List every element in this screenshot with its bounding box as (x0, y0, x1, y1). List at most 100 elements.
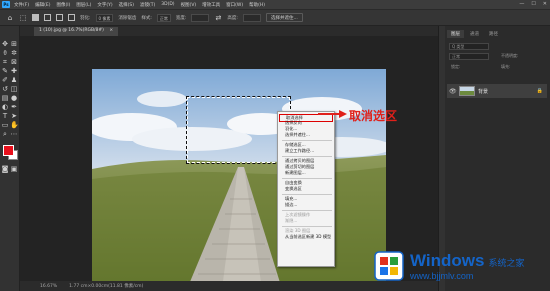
windows-logo-icon (374, 250, 404, 281)
context-menu-separator (282, 177, 332, 179)
antialias-checkbox[interactable]: 消除锯齿 (118, 15, 136, 21)
type-tool-icon[interactable]: T (1, 112, 9, 120)
menu-filter[interactable]: 滤镜(T) (140, 2, 155, 8)
tab-layers[interactable]: 图层 (447, 30, 464, 38)
tab-paths[interactable]: 路径 (485, 30, 502, 38)
watermark-url: www.bjjmlv.com (410, 270, 474, 281)
width-label: 宽度: (175, 15, 187, 21)
feather-label: 羽化: (80, 15, 91, 21)
close-window-button[interactable]: ✕ (543, 1, 547, 7)
zoom-level[interactable]: 16.67% (40, 284, 57, 289)
layer-kind-filter[interactable]: Q 类型 (449, 43, 489, 50)
menu-image[interactable]: 图像(I) (56, 2, 70, 8)
gradient-tool-icon[interactable]: ▤ (1, 94, 9, 102)
photoshop-logo: Ps (2, 1, 10, 8)
add-selection-icon[interactable] (44, 14, 51, 21)
screen-mode-icon[interactable]: ▣ (10, 165, 18, 173)
select-and-mask-button[interactable]: 选择并遮住... (265, 13, 303, 22)
menu-file[interactable]: 文件(F) (14, 2, 29, 8)
menu-bar: Ps 文件(F) 编辑(E) 图像(I) 图层(L) 文字(Y) 选择(S) 滤… (0, 0, 550, 9)
context-menu-item[interactable]: 建立工作路径... (285, 148, 314, 154)
intersect-selection-icon[interactable] (68, 14, 75, 21)
menu-type[interactable]: 文字(Y) (97, 2, 112, 8)
history-brush-icon[interactable]: ↺ (1, 85, 9, 93)
home-icon[interactable]: ⌂ (6, 14, 14, 22)
document-tab[interactable]: 1 (10).jpg @ 16.7%(RGB/8#) × (34, 27, 119, 36)
menu-select[interactable]: 选择(S) (119, 2, 134, 8)
context-menu-separator (282, 193, 332, 195)
zoom-tool-icon[interactable]: ⌕ (1, 130, 9, 138)
menu-edit[interactable]: 编辑(E) (35, 2, 50, 8)
context-menu-item[interactable]: 从当前选区新建 3D 模型 (285, 234, 331, 240)
fill-label: 填充: (501, 64, 511, 69)
move-tool-icon[interactable]: ✥ (1, 40, 9, 48)
selection-marquee (186, 96, 291, 164)
layer-thumbnail (459, 86, 475, 96)
annotation-label: 取消选区 (349, 109, 398, 123)
lasso-tool-icon[interactable]: ᦲ (1, 49, 9, 57)
lock-icon: 🔒 (536, 88, 543, 94)
layer-row-background[interactable]: 👁 背景 🔒 (447, 84, 547, 98)
menu-plugins[interactable]: 增效工具 (202, 2, 220, 8)
crop-tool-icon[interactable]: ⌗ (1, 58, 9, 66)
stamp-tool-icon[interactable]: ♟ (10, 76, 18, 84)
path-select-icon[interactable]: ➤ (10, 112, 18, 120)
context-menu-separator (282, 225, 332, 227)
eyedropper-icon[interactable]: ✎ (1, 67, 9, 75)
new-selection-icon[interactable] (32, 14, 39, 21)
shape-tool-icon[interactable]: ▭ (1, 121, 9, 129)
options-bar: ⌂ ⬚ 羽化: 0 像素 消除锯齿 样式: 正常 宽度: ⇄ 高度: 选择并遮住… (0, 9, 550, 26)
watermark-title: Windows (410, 250, 485, 270)
height-input[interactable] (242, 13, 261, 22)
context-menu-separator (282, 155, 332, 157)
height-label: 高度: (227, 15, 238, 21)
context-menu-item[interactable]: 描边... (285, 202, 297, 208)
visibility-eye-icon[interactable]: 👁 (449, 88, 457, 95)
context-menu-item[interactable]: 选择并遮住... (285, 132, 310, 138)
watermark-subtitle: 系统之家 (488, 258, 525, 269)
pen-tool-icon[interactable]: ✒ (10, 103, 18, 111)
menu-window[interactable]: 窗口(W) (226, 2, 243, 8)
marquee-preset-icon[interactable]: ⬚ (19, 14, 27, 22)
dodge-tool-icon[interactable]: ◐ (1, 103, 9, 111)
minimize-button[interactable]: — (519, 1, 524, 7)
width-input[interactable] (191, 13, 210, 22)
watermark: Windows 系统之家 www.bjjmlv.com (366, 240, 550, 291)
eraser-tool-icon[interactable]: ◫ (10, 85, 18, 93)
document-info: 1.77 cm×0.00cm(11.81 像素/cm) (69, 284, 144, 289)
context-menu-item[interactable]: 新建图层... (285, 170, 306, 176)
context-menu-separator (282, 209, 332, 211)
healing-brush-icon[interactable]: ✚ (10, 67, 18, 75)
magic-wand-icon[interactable]: ✲ (10, 49, 18, 57)
brush-tool-icon[interactable]: ✐ (1, 76, 9, 84)
color-swatches (1, 145, 19, 161)
opacity-label: 不透明度: (501, 53, 519, 58)
document-tab-title: 1 (10).jpg @ 16.7%(RGB/8#) (39, 28, 104, 33)
menu-layer[interactable]: 图层(L) (76, 2, 91, 8)
more-tools-icon[interactable]: ⋯ (10, 130, 18, 138)
artboard-tool-icon[interactable]: ⊞ (10, 40, 18, 48)
maximize-button[interactable]: ☐ (531, 1, 535, 7)
foreground-color-swatch[interactable] (2, 145, 14, 156)
context-menu: 取消选择 选择反向 羽化... 选择并遮住... 存储选区... 建立工作路径... 通过拷… (277, 111, 335, 267)
hand-tool-icon[interactable]: ✋ (10, 121, 19, 129)
context-menu-item[interactable]: 渐隐... (285, 218, 297, 224)
quick-mask-icon[interactable]: ◙ (1, 165, 9, 173)
toolbox: ✥ ⊞ ᦲ ✲ ⌗ ⊠ ✎ ✚ ✐ ♟ ↺ ◫ ▤ ● ◐ ✒ T ➤ ▭ ✋ ⌕ ⋯ ◙ ▣ (0, 26, 20, 291)
subtract-selection-icon[interactable] (56, 14, 63, 21)
menu-view[interactable]: 视图(V) (181, 2, 197, 8)
layer-name[interactable]: 背景 (478, 88, 488, 95)
tab-channels[interactable]: 通道 (466, 30, 483, 38)
blur-tool-icon[interactable]: ● (10, 94, 18, 102)
lock-label: 锁定: (451, 64, 461, 69)
tab-close-icon[interactable]: × (109, 28, 113, 33)
feather-input[interactable]: 0 像素 (95, 13, 114, 22)
style-select[interactable]: 正常 (156, 13, 171, 22)
swap-icon[interactable]: ⇄ (214, 14, 222, 22)
document-tab-bar: 1 (10).jpg @ 16.7%(RGB/8#) × (20, 26, 438, 36)
menu-help[interactable]: 帮助(H) (249, 2, 265, 8)
context-menu-item[interactable]: 变换选区 (285, 186, 302, 192)
menu-3d[interactable]: 3D(D) (161, 2, 174, 7)
frame-tool-icon[interactable]: ⊠ (10, 58, 18, 66)
blend-mode-select[interactable]: 正常 (449, 53, 489, 60)
